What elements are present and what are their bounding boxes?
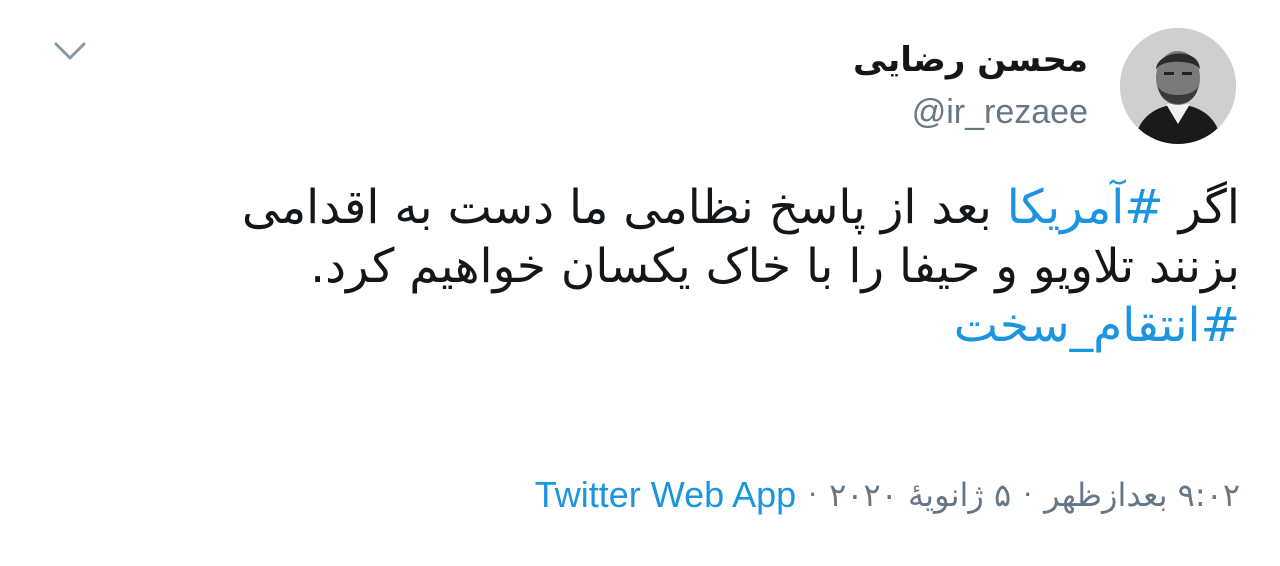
tweet-text-segment: اگر <box>1163 180 1240 235</box>
tweet-line-3: #انتقام_سخت <box>40 296 1240 355</box>
separator: · <box>1023 478 1033 511</box>
hashtag-link[interactable]: #آمریکا <box>1007 180 1164 235</box>
author-display-name[interactable]: محسن رضایی <box>853 36 1088 84</box>
separator: · <box>808 478 818 511</box>
tweet-text-segment: بعد از پاسخ نظامی ما دست به اقدامی <box>241 180 1007 235</box>
tweet-time[interactable]: ۹:۰۲ بعدازظهر <box>1044 472 1240 518</box>
tweet-card: محسن رضایی @ir_rezaee اگر #آمریکا بعد از… <box>0 0 1280 566</box>
chevron-down-icon <box>54 42 86 60</box>
tweet-line-1: اگر #آمریکا بعد از پاسخ نظامی ما دست به … <box>40 178 1240 237</box>
profile-photo <box>1120 28 1236 144</box>
hashtag-link[interactable]: #انتقام_سخت <box>954 298 1240 353</box>
tweet-menu-button[interactable] <box>50 36 90 66</box>
tweet-date[interactable]: ۵ ژانویهٔ ۲۰۲۰ <box>829 472 1011 518</box>
tweet-metadata: ۹:۰۲ بعدازظهر · ۵ ژانویهٔ ۲۰۲۰ · Twitter… <box>535 472 1240 518</box>
avatar[interactable] <box>1120 28 1236 144</box>
author-handle[interactable]: @ir_rezaee <box>912 90 1088 134</box>
tweet-source-link[interactable]: Twitter Web App <box>535 472 796 518</box>
tweet-line-2: بزنند تلاویو و حیفا را با خاک یکسان خواه… <box>310 239 1240 294</box>
tweet-text: اگر #آمریکا بعد از پاسخ نظامی ما دست به … <box>40 178 1240 355</box>
